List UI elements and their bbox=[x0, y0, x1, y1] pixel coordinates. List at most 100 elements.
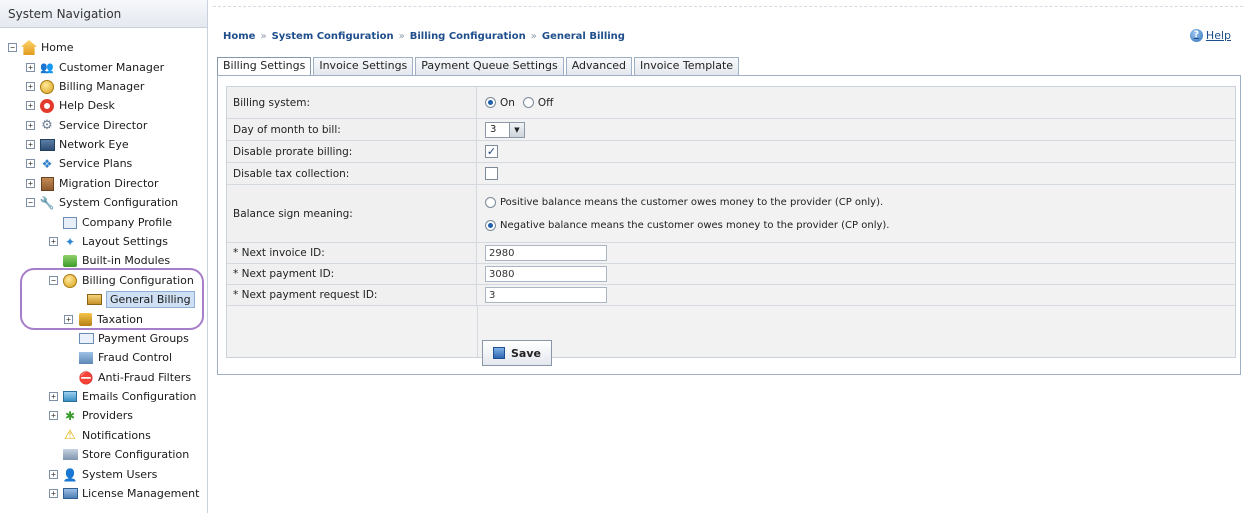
balance-sign-row: Balance sign meaning: Positive balance m… bbox=[227, 185, 1235, 243]
breadcrumb-system-configuration-link[interactable]: System Configuration bbox=[272, 31, 394, 42]
collapse-toggle-icon[interactable]: − bbox=[8, 43, 17, 52]
tab-payment-queue-settings[interactable]: Payment Queue Settings bbox=[415, 57, 564, 75]
sidebar-item-layout-settings[interactable]: + ✦ Layout Settings bbox=[49, 232, 168, 251]
breadcrumb-home-link[interactable]: Home bbox=[223, 31, 255, 42]
sidebar-item-emails-configuration[interactable]: + Emails Configuration bbox=[49, 387, 196, 406]
expand-toggle-icon[interactable]: + bbox=[64, 315, 73, 324]
sidebar-item-license-management[interactable]: + License Management bbox=[49, 484, 199, 503]
sidebar-item-built-in-modules[interactable]: Built-in Modules bbox=[62, 251, 170, 270]
payment-groups-icon bbox=[78, 333, 94, 344]
day-of-month-select[interactable]: 3 ▼ bbox=[485, 121, 525, 138]
help-label: Help bbox=[1205, 29, 1231, 42]
expand-toggle-icon[interactable]: + bbox=[26, 179, 35, 188]
billing-system-row: Billing system: On Off bbox=[227, 87, 1235, 119]
sidebar-item-company-profile[interactable]: Company Profile bbox=[62, 213, 172, 232]
balance-negative-option[interactable]: Negative balance means the customer owes… bbox=[485, 219, 890, 231]
sidebar-item-payment-groups[interactable]: Payment Groups bbox=[78, 329, 189, 348]
chevron-down-icon[interactable]: ▼ bbox=[509, 122, 524, 137]
disable-tax-checkbox[interactable] bbox=[485, 167, 498, 180]
expand-toggle-icon[interactable]: + bbox=[49, 489, 58, 498]
billing-system-on-radio[interactable] bbox=[485, 97, 496, 108]
sidebar-item-network-eye[interactable]: + Network Eye bbox=[26, 135, 129, 154]
collapse-toggle-icon[interactable]: − bbox=[26, 198, 35, 207]
tab-billing-settings[interactable]: Billing Settings bbox=[217, 57, 312, 75]
tab-invoice-settings[interactable]: Invoice Settings bbox=[313, 57, 414, 75]
sidebar-item-general-billing[interactable]: General Billing bbox=[86, 290, 195, 309]
sidebar-item-label: Payment Groups bbox=[98, 332, 189, 345]
migration-icon bbox=[40, 176, 54, 191]
sidebar-item-help-desk[interactable]: + Help Desk bbox=[26, 96, 115, 115]
expand-toggle-icon[interactable]: + bbox=[26, 101, 35, 110]
layout-icon: ✦ bbox=[64, 234, 76, 249]
billing-system-off-radio[interactable] bbox=[522, 97, 534, 108]
balance-negative-label: Negative balance means the customer owes… bbox=[500, 219, 890, 231]
sidebar-item-label: Store Configuration bbox=[82, 448, 190, 461]
sidebar-item-fraud-control[interactable]: Fraud Control bbox=[78, 348, 172, 367]
breadcrumb-separator-icon: » bbox=[260, 31, 267, 42]
sidebar-item-system-configuration[interactable]: − 🔧 System Configuration bbox=[26, 193, 178, 212]
next-payment-id-input[interactable] bbox=[485, 266, 607, 282]
billing-system-on-label: On bbox=[500, 96, 515, 109]
system-navigation-sidebar: System Navigation − Home + 👥 Customer Ma… bbox=[0, 0, 208, 513]
expand-toggle-icon[interactable]: + bbox=[26, 159, 35, 168]
next-invoice-id-input[interactable] bbox=[485, 245, 607, 261]
sidebar-item-service-plans[interactable]: + ❖ Service Plans bbox=[26, 154, 132, 173]
balance-negative-radio[interactable] bbox=[485, 219, 496, 231]
disable-prorate-row: Disable prorate billing: ✓ bbox=[227, 141, 1235, 163]
sidebar-item-system-users[interactable]: + 👤 System Users bbox=[49, 465, 157, 484]
billing-system-off-option[interactable]: Off bbox=[522, 97, 553, 109]
sidebar-item-anti-fraud-filters[interactable]: ⛔ Anti-Fraud Filters bbox=[78, 368, 192, 387]
balance-positive-radio[interactable] bbox=[485, 196, 496, 208]
sidebar-item-label: Service Director bbox=[59, 119, 148, 132]
sidebar-item-label: General Billing bbox=[106, 291, 195, 308]
expand-toggle-icon[interactable]: + bbox=[49, 470, 58, 479]
billing-settings-form: Billing system: On Off Day of month to b… bbox=[226, 86, 1236, 358]
expand-toggle-icon[interactable]: + bbox=[49, 237, 58, 246]
next-payment-request-id-input[interactable] bbox=[485, 287, 607, 303]
sidebar-item-customer-manager[interactable]: + 👥 Customer Manager bbox=[26, 58, 164, 77]
collapse-toggle-icon[interactable]: − bbox=[49, 276, 58, 285]
expand-toggle-icon[interactable]: + bbox=[49, 411, 58, 420]
sidebar-item-label: Home bbox=[41, 41, 74, 54]
sidebar-item-taxation[interactable]: + Taxation bbox=[64, 310, 143, 329]
plans-icon: ❖ bbox=[41, 156, 53, 171]
breadcrumb-separator-icon: » bbox=[530, 31, 537, 42]
home-icon bbox=[21, 40, 37, 55]
sidebar-item-label: Company Profile bbox=[82, 216, 173, 229]
sidebar-item-billing-manager[interactable]: + Billing Manager bbox=[26, 77, 144, 96]
breadcrumb-billing-configuration-link[interactable]: Billing Configuration bbox=[410, 31, 526, 42]
expand-toggle-icon[interactable]: + bbox=[26, 63, 35, 72]
sidebar-item-service-director[interactable]: + ⚙ Service Director bbox=[26, 116, 147, 135]
sidebar-item-providers[interactable]: + ✱ Providers bbox=[49, 406, 133, 425]
top-divider bbox=[213, 6, 1243, 7]
sidebar-item-home[interactable]: − Home bbox=[8, 38, 73, 57]
coin-icon bbox=[63, 273, 77, 288]
save-disk-icon bbox=[493, 347, 505, 359]
sidebar-item-store-configuration[interactable]: Store Configuration bbox=[62, 445, 189, 464]
tab-invoice-template[interactable]: Invoice Template bbox=[634, 57, 740, 75]
billing-card-icon bbox=[86, 294, 102, 305]
balance-sign-label: Balance sign meaning: bbox=[227, 185, 477, 242]
help-link[interactable]: ? Help bbox=[1189, 29, 1231, 42]
sidebar-item-migration-director[interactable]: + Migration Director bbox=[26, 174, 159, 193]
sidebar-item-billing-configuration[interactable]: − Billing Configuration bbox=[49, 271, 194, 290]
tab-advanced[interactable]: Advanced bbox=[565, 57, 633, 75]
expand-toggle-icon[interactable]: + bbox=[26, 140, 35, 149]
sidebar-item-notifications[interactable]: ⚠ Notifications bbox=[62, 426, 151, 445]
balance-sign-radio-group: Positive balance means the customer owes… bbox=[485, 196, 890, 231]
fraud-control-icon bbox=[79, 351, 93, 364]
save-button[interactable]: Save bbox=[482, 340, 552, 366]
disable-prorate-checkbox[interactable]: ✓ bbox=[485, 145, 498, 158]
balance-positive-option[interactable]: Positive balance means the customer owes… bbox=[485, 196, 889, 208]
next-payment-row: * Next payment ID: bbox=[227, 264, 1235, 285]
expand-toggle-icon[interactable]: + bbox=[26, 121, 35, 130]
store-icon bbox=[62, 449, 78, 460]
expand-toggle-icon[interactable]: + bbox=[49, 392, 58, 401]
expand-toggle-icon[interactable]: + bbox=[26, 82, 35, 91]
breadcrumb-separator-icon: » bbox=[398, 31, 405, 42]
coin-icon bbox=[40, 79, 54, 94]
document-icon bbox=[63, 216, 77, 229]
billing-system-on-option[interactable]: On bbox=[485, 97, 515, 109]
disable-tax-row: Disable tax collection: bbox=[227, 163, 1235, 185]
lifebuoy-icon bbox=[40, 98, 54, 113]
